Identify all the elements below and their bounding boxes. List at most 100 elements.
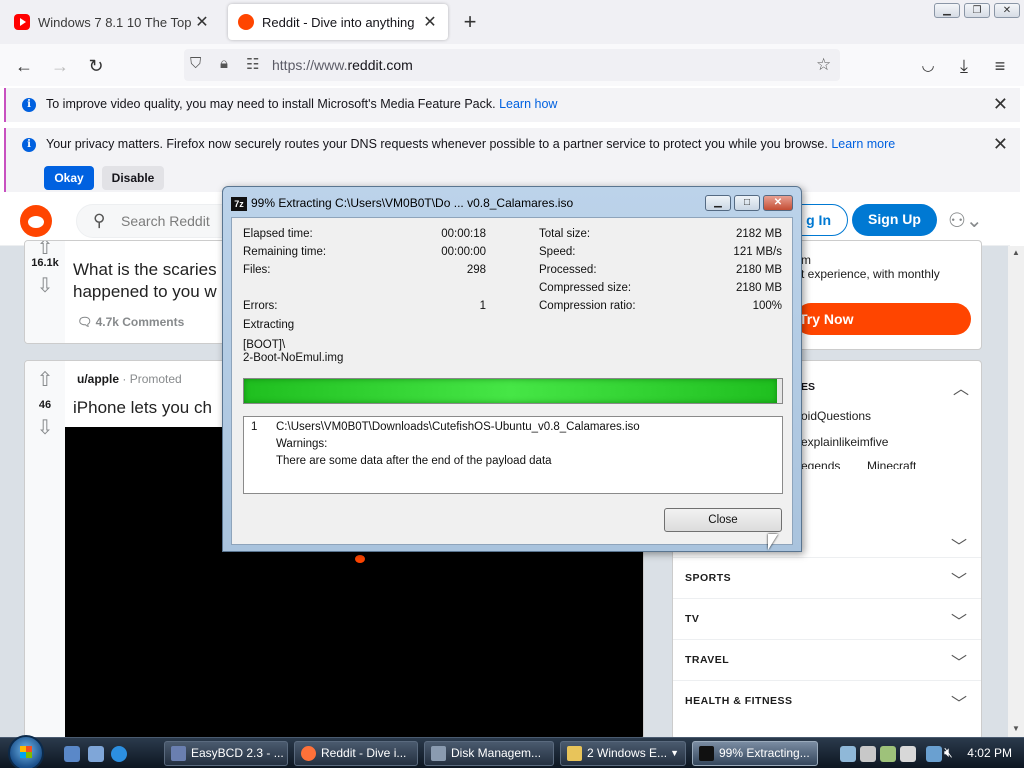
dialog-close-icon[interactable]: ✕ (763, 195, 793, 211)
dialog-maximize-button[interactable]: □ (734, 195, 760, 211)
dialog-minimize-button[interactable]: ▁ (705, 195, 731, 211)
post-author[interactable]: u/apple (77, 372, 119, 386)
category-travel[interactable]: TRAVEL ﹀ (673, 639, 981, 680)
post-meta: u/apple · Promoted (77, 372, 182, 386)
total-size-label: Total size: (539, 228, 591, 240)
reddit-search-input[interactable]: ⚲ Search Reddit (76, 204, 246, 238)
topic-link[interactable]: explainlikeimfive (801, 435, 888, 449)
compression-ratio-label: Compression ratio: (539, 300, 636, 312)
show-desktop-icon[interactable] (64, 746, 80, 762)
folder-icon (567, 746, 582, 761)
try-now-button[interactable]: Try Now (795, 303, 971, 335)
info-icon: i (22, 98, 36, 112)
tab-youtube[interactable]: Windows 7 8.1 10 The Top 3 be ✕ (4, 4, 220, 40)
topic-link[interactable]: oidQuestions (801, 409, 871, 423)
dns-infobar: i Your privacy matters. Firefox now secu… (4, 128, 1020, 192)
disable-button[interactable]: Disable (102, 166, 164, 190)
okay-button[interactable]: Okay (44, 166, 94, 190)
tab-bar: Windows 7 8.1 10 The Top 3 be ✕ Reddit -… (0, 0, 1024, 44)
category-tv[interactable]: TV ﹀ (673, 598, 981, 639)
shield-icon[interactable]: ⛉ (190, 55, 201, 72)
log-warnings: Warnings: (276, 438, 328, 450)
category-sports[interactable]: SPORTS ﹀ (673, 557, 981, 598)
downloads-icon[interactable]: ⤓ (950, 52, 978, 80)
start-button[interactable] (8, 735, 44, 768)
taskbar: EasyBCD 2.3 - ... Reddit - Dive i... Dis… (0, 735, 1024, 768)
post-title[interactable]: iPhone lets you ch (73, 397, 212, 419)
upvote-icon[interactable]: ⇧ (25, 367, 65, 392)
chevron-down-icon[interactable]: ﹀ (951, 533, 967, 557)
menu-icon[interactable]: ≡ (986, 52, 1014, 80)
speed-label: Speed: (539, 246, 576, 258)
switch-windows-icon[interactable] (88, 746, 104, 762)
taskbar-windows-explorer[interactable]: 2 Windows E... ▼ (560, 741, 686, 766)
compressed-size-label: Compressed size: (539, 282, 632, 294)
minimize-button[interactable]: ▁ (934, 3, 960, 18)
taskbar-firefox[interactable]: Reddit - Dive i... (294, 741, 418, 766)
reload-button[interactable]: ↻ (82, 52, 110, 80)
tray-app-icon[interactable] (860, 746, 876, 762)
message-log[interactable]: 1 C:\Users\VM0B0T\Downloads\CutefishOS-U… (243, 416, 783, 494)
youtube-icon (14, 14, 30, 30)
comments-link[interactable]: 🗨︎ 4.7k Comments (77, 315, 184, 329)
downvote-icon[interactable]: ⇩ (25, 415, 65, 440)
category-health-fitness[interactable]: HEALTH & FITNESS ﹀ (673, 680, 981, 721)
pocket-icon[interactable]: ◡ (914, 52, 942, 80)
reddit-logo[interactable] (20, 205, 52, 237)
chevron-up-icon[interactable]: ︿ (953, 375, 969, 399)
reddit-icon (238, 14, 254, 30)
compression-ratio-value: 100% (752, 300, 782, 312)
url-text[interactable]: https://www.reddit.com (272, 57, 413, 73)
forward-button[interactable]: → (46, 52, 74, 80)
errors-value: 1 (479, 300, 486, 312)
chevron-down-icon: ﹀ (950, 655, 967, 672)
close-tab-icon[interactable]: ✕ (194, 12, 210, 32)
bookmark-star-icon[interactable]: ☆ (816, 55, 831, 75)
scroll-down-icon[interactable]: ▼ (1012, 724, 1020, 733)
post-title[interactable]: What is the scaries happened to you w (73, 259, 217, 303)
signup-button[interactable]: Sign Up (852, 204, 937, 236)
permissions-icon[interactable]: ☷ (246, 55, 259, 73)
clock[interactable]: 4:02 PM (967, 746, 1012, 760)
close-icon[interactable]: ✕ (993, 134, 1008, 155)
close-icon[interactable]: ✕ (993, 94, 1008, 115)
topics-header: ES (801, 381, 816, 393)
tray-app-icon[interactable] (880, 746, 896, 762)
premium-text: mt experience, with monthly (801, 253, 940, 281)
mouse-cursor (768, 534, 778, 550)
elapsed-time-value: 00:00:18 (441, 228, 486, 240)
files-value: 298 (466, 264, 486, 276)
taskbar-disk-management[interactable]: Disk Managem... (424, 741, 554, 766)
window-close-button[interactable]: ✕ (994, 3, 1020, 18)
7zip-icon: 7z (231, 196, 247, 211)
scroll-up-icon[interactable]: ▲ (1012, 248, 1020, 257)
volume-icon[interactable]: 🔇︎ (944, 744, 953, 761)
address-bar[interactable]: ⛉ 🔒︎ ☷ https://www.reddit.com ☆ (184, 49, 840, 81)
progress-fill (244, 379, 777, 403)
tray-app-icon[interactable] (840, 746, 856, 762)
total-size-value: 2182 MB (735, 228, 782, 240)
internet-explorer-icon[interactable] (111, 746, 127, 762)
back-button[interactable]: ← (10, 52, 38, 80)
taskbar-7zip[interactable]: 99% Extracting... (692, 741, 818, 766)
close-tab-icon[interactable]: ✕ (422, 12, 438, 32)
remaining-time-value: 00:00:00 (441, 246, 486, 258)
network-icon[interactable] (926, 746, 942, 762)
page-scrollbar[interactable]: ▲ ▼ (1008, 246, 1024, 737)
processed-label: Processed: (539, 264, 597, 276)
taskbar-easybcd[interactable]: EasyBCD 2.3 - ... (164, 741, 288, 766)
restore-button[interactable]: ❐ (964, 3, 990, 18)
tab-reddit[interactable]: Reddit - Dive into anything ✕ (228, 4, 448, 40)
chevron-down-icon: ﹀ (950, 573, 967, 590)
lock-icon[interactable]: 🔒︎ (220, 55, 228, 72)
user-menu-icon[interactable]: ⚇⌄ (948, 208, 983, 233)
downvote-icon[interactable]: ⇩ (25, 273, 65, 298)
learn-more-link[interactable]: Learn more (831, 137, 895, 151)
new-tab-button[interactable]: + (458, 9, 482, 35)
learn-how-link[interactable]: Learn how (499, 97, 557, 111)
topic-link[interactable]: Minecraft (867, 459, 916, 469)
close-button[interactable]: Close (664, 508, 782, 532)
tray-app-icon[interactable] (900, 746, 916, 762)
topic-link[interactable]: egends (801, 459, 840, 469)
system-tray: 🔇︎ 4:02 PM (834, 738, 1024, 768)
